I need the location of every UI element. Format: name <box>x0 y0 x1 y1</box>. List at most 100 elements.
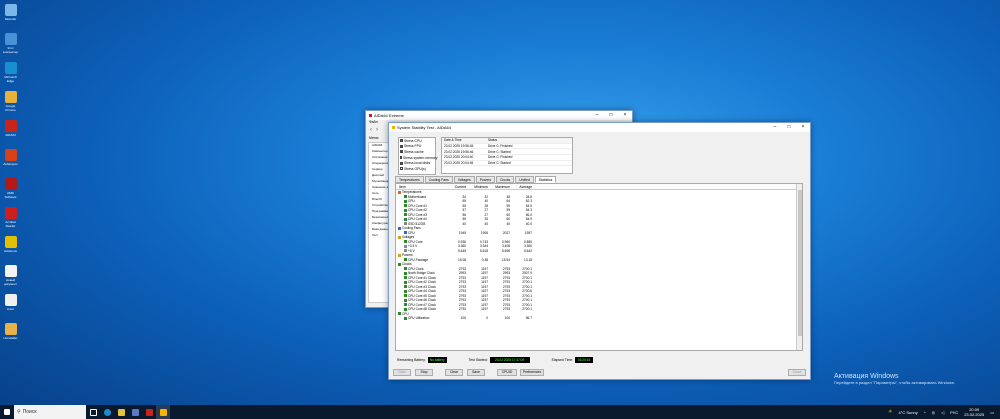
maximize-button[interactable]: □ <box>604 111 618 120</box>
cell-value: 40.0 <box>525 221 532 226</box>
back-icon[interactable]: ‹ <box>370 127 372 133</box>
aida64-taskbar-icon[interactable] <box>142 405 156 419</box>
task-view-icon[interactable] <box>86 405 100 419</box>
sensor-icon <box>398 312 401 316</box>
desktop-icon-label: Этот компьютер <box>2 46 19 54</box>
clear-button[interactable]: Clear <box>445 369 463 376</box>
weather-text[interactable]: 4°C Sunny <box>899 410 918 415</box>
statistics-table: Item Current Minimum Maximum Average Tempera… <box>395 183 803 351</box>
item-name: CPU Core #8 Clock <box>408 307 436 312</box>
checkbox[interactable] <box>400 161 403 165</box>
checkbox[interactable] <box>400 139 403 143</box>
tab[interactable]: Statistics <box>534 176 557 183</box>
edge-icon[interactable] <box>100 405 114 419</box>
desktop-icon[interactable]: Uninstaller <box>2 323 19 340</box>
cell-value: 1906 <box>480 230 488 235</box>
stress-option-label: Stress GPU(s) <box>404 166 426 171</box>
desktop-icon[interactable]: AMD Software <box>2 178 19 199</box>
weather-icon: ☀ <box>888 409 893 415</box>
cell-value: 2793 <box>458 289 466 294</box>
column-header[interactable]: Average <box>510 185 532 189</box>
minimize-button[interactable]: – <box>768 123 782 132</box>
tab[interactable]: Temperatures <box>395 176 424 183</box>
close-button[interactable]: × <box>618 111 632 120</box>
volume-icon[interactable]: ◁ <box>941 410 944 415</box>
cell-value: 25 <box>484 217 488 222</box>
recycle-bin-icon <box>4 4 17 16</box>
preferences-button[interactable]: Preferences <box>520 369 544 376</box>
status-bar: Remaining Battery: No battery Test Start… <box>395 356 803 364</box>
maximize-button[interactable]: □ <box>782 123 796 132</box>
cell-value: 3.360 <box>524 244 532 249</box>
tab[interactable]: Cooling Fans <box>424 176 453 183</box>
sensor-icon <box>404 208 407 212</box>
desktop-icon[interactable]: AIDA64 <box>2 120 19 137</box>
sensor-icon <box>404 298 407 302</box>
desktop-icon[interactable]: Клип <box>2 294 19 311</box>
cell-value: 56 <box>462 212 466 217</box>
explorer-icon[interactable] <box>114 405 128 419</box>
checkbox[interactable] <box>400 150 403 154</box>
forward-icon[interactable]: › <box>376 127 378 133</box>
desktop-icon[interactable]: Iskender <box>2 4 19 21</box>
stress-options-list[interactable]: Stress CPU Stress FPU Stress cache Stress s… <box>398 137 437 175</box>
log-row: 23.02.2025 20:04:45 Drive C: Started <box>442 161 572 167</box>
cell-value: 2793 <box>502 307 510 312</box>
desktop-icon[interactable]: Новый документ <box>2 265 19 286</box>
cell-value: 100 <box>504 316 510 321</box>
cell-value: 0.960 <box>502 239 510 244</box>
column-header[interactable]: Maximum <box>488 185 510 189</box>
start-button[interactable]: Start <box>393 369 411 376</box>
column-header[interactable]: Minimum <box>466 185 488 189</box>
aida64-icon <box>4 120 17 132</box>
stability-test-window[interactable]: System Stability Test - AIDA64 – □ × Stres… <box>388 122 811 380</box>
tab[interactable]: Powers <box>475 176 496 183</box>
stress-option[interactable]: Stress local disks <box>399 160 435 166</box>
sensor-icon <box>404 240 407 244</box>
stability-test-taskbar-icon[interactable] <box>156 405 170 419</box>
sensor-icon <box>404 217 407 221</box>
checkbox[interactable] <box>400 144 403 148</box>
search-input[interactable]: ⚲ Поиск <box>14 405 86 419</box>
desktop-icon[interactable]: Acrobat Reader <box>2 207 19 228</box>
cell-value: 1197 <box>481 266 488 271</box>
cpuid-button[interactable]: CPUID <box>497 369 517 376</box>
save-button[interactable]: Save <box>467 369 485 376</box>
sensor-tabs[interactable]: Temperatures Cooling Fans Voltages Powers Cl… <box>395 176 557 183</box>
column-header[interactable]: Current <box>444 185 466 189</box>
checkbox[interactable] <box>400 156 402 160</box>
checkbox[interactable] <box>400 167 403 171</box>
minimize-button[interactable]: – <box>590 111 604 120</box>
language-indicator[interactable]: РУС <box>950 410 958 415</box>
sidebar-tab[interactable]: Меню <box>369 136 378 140</box>
desktop-icon[interactable]: Этот компьютер <box>2 33 19 54</box>
stress-option[interactable]: Stress system memory <box>399 155 437 161</box>
network-icon[interactable]: ◎ <box>932 410 936 415</box>
item-name: North Bridge Clock <box>408 271 435 276</box>
tray-chevron-icon[interactable]: ^ <box>924 410 926 415</box>
notification-icon[interactable]: ▭ <box>990 410 994 415</box>
cell-value: 96.7 <box>525 316 532 321</box>
desktop-icon[interactable]: Ashampoo <box>2 149 19 166</box>
log-header-date: Date & Time <box>444 138 462 143</box>
sensor-icon <box>404 249 407 253</box>
cell-value: 55 <box>462 203 466 208</box>
close-button[interactable]: × <box>796 123 810 132</box>
chrome-icon <box>4 91 17 103</box>
tab[interactable]: Unified <box>515 176 534 183</box>
desktop-icon[interactable]: Avidemux <box>2 236 19 253</box>
stop-button[interactable]: Stop <box>415 369 433 376</box>
desktop-icon[interactable]: Microsoft Edge <box>2 62 19 83</box>
tab[interactable]: Clocks <box>496 176 515 183</box>
start-button[interactable] <box>0 405 14 419</box>
close-button[interactable]: Close <box>788 369 806 376</box>
clock[interactable]: 20:09 23.02.2025 <box>964 407 984 417</box>
vertical-scrollbar[interactable] <box>796 184 802 350</box>
column-header[interactable]: Item <box>396 185 444 189</box>
tab[interactable]: Voltages <box>453 176 475 183</box>
desktop-icon[interactable]: Google Chrome <box>2 91 19 112</box>
item-name: +5 V <box>408 248 415 253</box>
store-icon[interactable] <box>128 405 142 419</box>
elapsed-value: 03:20:15 <box>575 357 594 363</box>
stress-option[interactable]: Stress GPU(s) <box>399 166 435 172</box>
